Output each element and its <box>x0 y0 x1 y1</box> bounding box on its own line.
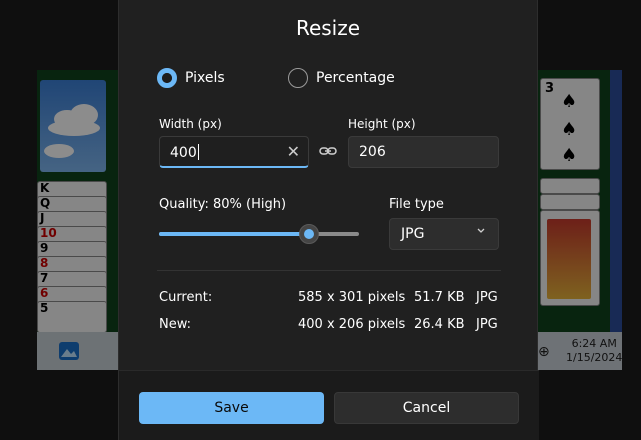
file-type-select[interactable]: JPG <box>389 218 499 250</box>
info-label: Current: <box>159 290 213 305</box>
quality-slider-fill <box>159 232 309 236</box>
background-card <box>540 194 600 210</box>
width-label: Width (px) <box>159 117 222 131</box>
radio-indicator-selected[interactable] <box>157 68 177 88</box>
quality-slider[interactable] <box>159 224 359 244</box>
link-icon[interactable] <box>319 143 337 159</box>
info-size: 26.4 KB <box>414 317 465 332</box>
radio-label: Percentage <box>316 70 395 86</box>
text-caret <box>197 144 199 160</box>
file-type-label: File type <box>389 197 444 212</box>
info-format: JPG <box>476 317 498 332</box>
background-card <box>540 178 600 194</box>
dialog-footer: Save Cancel <box>119 370 539 440</box>
radio-label: Pixels <box>185 70 225 86</box>
info-dimensions: 400 x 206 pixels <box>298 317 406 332</box>
sky-image <box>40 80 106 172</box>
cancel-button[interactable]: Cancel <box>334 392 519 424</box>
dialog-title: Resize <box>295 16 361 40</box>
info-dimensions: 585 x 301 pixels <box>298 290 406 305</box>
info-size: 51.7 KB <box>414 290 465 305</box>
radio-percentage[interactable]: Percentage <box>288 66 395 90</box>
quality-slider-thumb[interactable] <box>299 224 319 244</box>
photos-app-icon <box>59 342 79 360</box>
app-window: K Q J 10 9 8 7 6 5 3 ♠ ♠ ♠ ⊕ 6:24 AM 1/1… <box>0 0 641 440</box>
chevron-down-icon <box>477 228 485 233</box>
radio-pixels[interactable]: Pixels <box>157 66 225 90</box>
height-label: Height (px) <box>348 117 416 131</box>
info-row-new: New: 400 x 206 pixels 26.4 KB JPG <box>159 317 499 333</box>
quality-label: Quality: 80% (High) <box>159 197 287 212</box>
info-label: New: <box>159 317 192 332</box>
background-card: 3 ♠ ♠ ♠ <box>540 78 600 170</box>
file-type-value: JPG <box>401 226 425 242</box>
radio-indicator[interactable] <box>288 68 308 88</box>
info-format: JPG <box>476 290 498 305</box>
resize-dialog: Resize Pixels Percentage Width (px) 400 … <box>118 0 539 440</box>
background-card-king <box>540 210 600 306</box>
globe-icon: ⊕ <box>538 344 550 360</box>
background-taskbar-left <box>37 332 120 370</box>
width-input[interactable]: 400 ✕ <box>159 136 309 168</box>
background-strip <box>610 70 622 332</box>
save-button[interactable]: Save <box>139 392 324 424</box>
height-input[interactable]: 206 <box>348 136 499 168</box>
close-icon[interactable]: ✕ <box>287 142 300 161</box>
taskbar-clock: 6:24 AM 1/15/2024 <box>566 337 623 364</box>
info-row-current: Current: 585 x 301 pixels 51.7 KB JPG <box>159 290 499 306</box>
width-value: 400 <box>170 145 197 161</box>
divider <box>157 270 501 271</box>
height-value: 206 <box>359 144 386 160</box>
background-card: 5 <box>37 301 107 333</box>
